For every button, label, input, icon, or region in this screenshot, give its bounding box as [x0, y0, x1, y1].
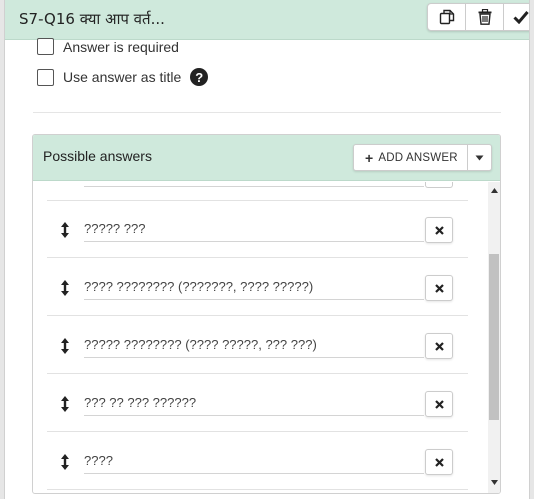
scroll-down-arrow-icon[interactable]: [490, 478, 498, 486]
answer-row: ????? ???: [47, 201, 468, 258]
section-divider: [33, 112, 501, 113]
add-answer-group: + ADD ANSWER: [353, 144, 492, 171]
answer-input[interactable]: ????: [84, 450, 424, 474]
caret-down-icon: [475, 155, 484, 160]
drag-handle-icon[interactable]: [59, 395, 71, 413]
question-editor-panel: S7-Q16 क्या आप वर्त... Answer is require…: [4, 0, 530, 499]
drag-handle-icon[interactable]: [59, 453, 71, 471]
question-title[interactable]: S7-Q16 क्या आप वर्त...: [19, 9, 165, 29]
scroll-up-arrow-icon[interactable]: [490, 186, 498, 194]
delete-answer-button[interactable]: [425, 275, 453, 301]
answer-input[interactable]: ????? ???: [84, 218, 424, 242]
answer-row: ??? ?? ??? ??????: [47, 375, 468, 432]
delete-answer-button[interactable]: [425, 449, 453, 475]
answer-row: ???? ???????? (???????, ???? ?????): [47, 259, 468, 316]
close-icon: [434, 283, 444, 293]
close-icon: [434, 457, 444, 467]
duplicate-button[interactable]: [428, 4, 466, 30]
close-icon: [434, 341, 444, 351]
use-as-title-label: Use answer as title: [63, 69, 182, 85]
answer-row: ????? ???????? (???? ?????, ??? ???): [47, 317, 468, 374]
answer-input[interactable]: ????? ???????? (???? ?????, ??? ???): [84, 334, 424, 358]
question-header: S7-Q16 क्या आप वर्त...: [5, 0, 529, 40]
help-icon[interactable]: ?: [190, 68, 209, 86]
delete-answer-button[interactable]: [425, 333, 453, 359]
delete-answer-button-partial[interactable]: [425, 182, 453, 188]
use-as-title-checkbox[interactable]: [37, 68, 54, 86]
answers-list: ????? ??? ???? ???????? (???????, ???? ?…: [33, 182, 488, 493]
answer-input[interactable]: ???? ???????? (???????, ???? ?????): [84, 276, 424, 300]
delete-answer-button[interactable]: [425, 391, 453, 417]
drag-handle-icon[interactable]: [59, 221, 71, 239]
delete-answer-button[interactable]: [425, 217, 453, 243]
answer-row: ????: [47, 433, 468, 490]
close-icon: [434, 399, 444, 409]
close-icon: [434, 225, 444, 235]
header-actions: [427, 3, 529, 31]
plus-icon: +: [365, 149, 374, 166]
answer-input-partial: [84, 186, 424, 187]
editor-frame: S7-Q16 क्या आप वर्त... Answer is require…: [0, 0, 534, 499]
copy-icon: [439, 9, 454, 25]
delete-button[interactable]: [466, 4, 504, 30]
answer-input[interactable]: ??? ?? ??? ??????: [84, 392, 424, 416]
possible-answers-panel: Possible answers + ADD ANSWER ????? ??? …: [32, 134, 501, 494]
drag-handle-icon[interactable]: [59, 279, 71, 297]
answer-required-option[interactable]: Answer is required: [37, 38, 179, 55]
use-as-title-option[interactable]: Use answer as title ?: [37, 68, 209, 86]
answer-required-checkbox[interactable]: [37, 38, 54, 55]
check-icon: [513, 11, 529, 24]
answers-scrollbar[interactable]: [488, 182, 500, 493]
scrollbar-thumb[interactable]: [489, 254, 499, 420]
add-answer-label: ADD ANSWER: [378, 151, 458, 164]
possible-answers-header: Possible answers + ADD ANSWER: [33, 135, 500, 181]
possible-answers-title: Possible answers: [43, 148, 152, 164]
add-answer-button[interactable]: + ADD ANSWER: [354, 145, 468, 170]
drag-handle-icon[interactable]: [59, 337, 71, 355]
trash-icon: [478, 9, 491, 25]
add-answer-dropdown-toggle[interactable]: [468, 145, 491, 170]
confirm-button[interactable]: [504, 4, 529, 30]
answer-required-label: Answer is required: [63, 38, 179, 55]
